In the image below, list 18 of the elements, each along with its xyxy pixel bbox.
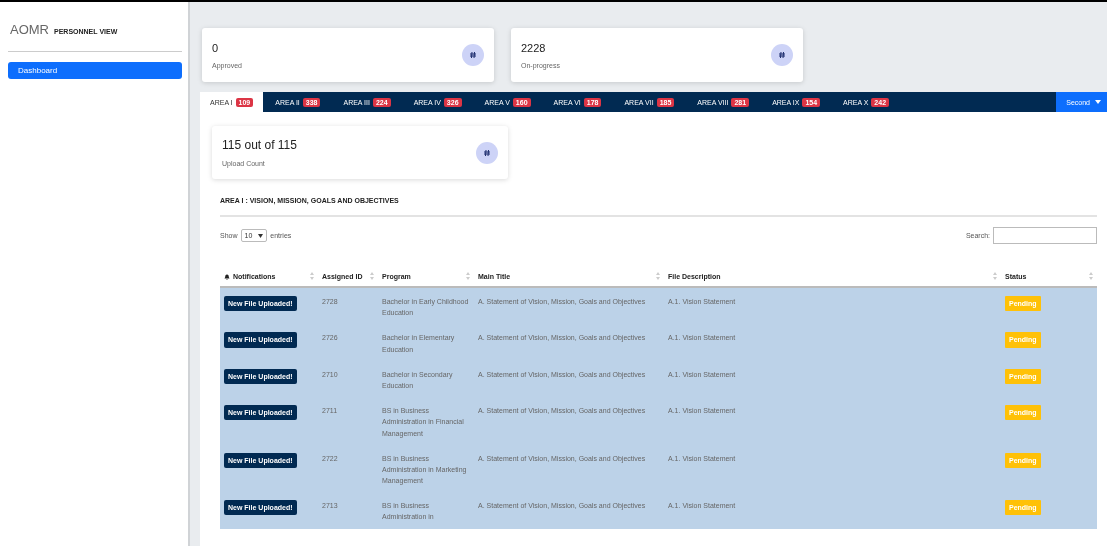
- search-field[interactable]: [993, 227, 1097, 244]
- hash-icon: [483, 148, 491, 157]
- sort-icon[interactable]: [656, 272, 660, 280]
- stat-value: 2228: [521, 41, 547, 54]
- app-logo: AOMR: [10, 22, 49, 37]
- caret-icon: [1095, 100, 1101, 104]
- sort-icon[interactable]: [466, 272, 470, 280]
- sidebar-item[interactable]: Dashboard: [8, 62, 182, 79]
- upload-value: 115 out of 115: [222, 138, 297, 152]
- sort-icon[interactable]: [370, 272, 374, 280]
- sort-icon[interactable]: [1089, 272, 1093, 280]
- sort-icon[interactable]: [993, 272, 997, 280]
- hash-icon: [469, 51, 477, 59]
- stat-value: 0: [212, 41, 220, 54]
- hash-icon: [778, 51, 786, 59]
- caret-icon: [258, 233, 264, 238]
- bell-icon: [224, 273, 230, 280]
- sort-icon[interactable]: [310, 272, 314, 280]
